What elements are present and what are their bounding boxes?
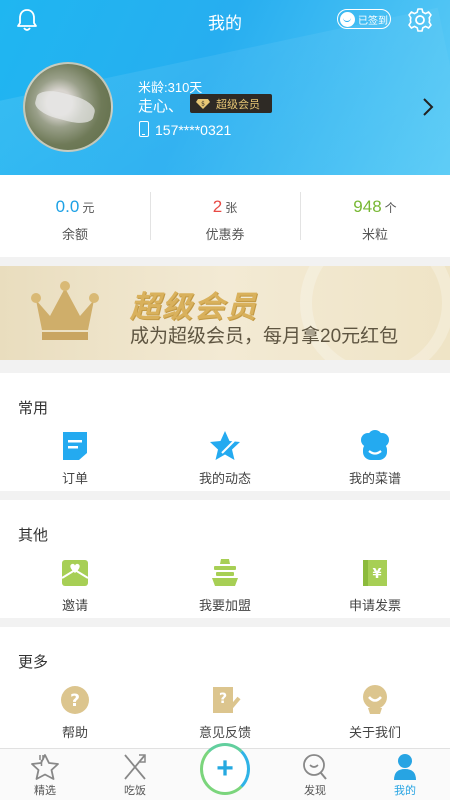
avatar[interactable]: [23, 62, 113, 152]
menu-item-help[interactable]: ? 帮助: [0, 683, 150, 741]
menu-item-label: 关于我们: [348, 725, 401, 740]
fork-knife-icon: [124, 754, 146, 780]
menu-item-label: 我的动态: [198, 471, 251, 486]
nickname: 走心、: [138, 98, 184, 115]
phone-icon: [139, 121, 149, 137]
svg-text:¥: ¥: [372, 567, 381, 582]
stat-value: 0.0: [55, 197, 80, 216]
signin-label: 已签到: [358, 15, 388, 27]
top-bar: 我的 已签到: [0, 0, 450, 40]
stat-label: 优惠券: [205, 227, 245, 242]
tab-eat[interactable]: 吃饭: [90, 749, 180, 800]
star-icon: [210, 431, 240, 460]
section-title: 其他: [18, 527, 49, 544]
stats-bar: 0.0 元 余额 2张 优惠券 948 个 米粒: [0, 175, 450, 257]
profile-header: 我的 已签到 米龄:310天 走心、 $ 超级会员 157****0321: [0, 0, 450, 175]
svg-text:?: ?: [219, 691, 227, 707]
chevron-right-icon[interactable]: [421, 97, 435, 117]
featured-icon: [31, 754, 59, 780]
section-more: 更多 ? 帮助 ? 意见反馈 关于我们: [0, 627, 450, 748]
section-title: 常用: [18, 400, 49, 417]
plus-icon: +: [216, 752, 234, 785]
tab-label: 发现: [304, 785, 326, 797]
svg-text:$: $: [201, 101, 205, 108]
vip-label: 超级会员: [216, 98, 260, 111]
phone-number: 157****0321: [155, 122, 232, 138]
svg-text:?: ?: [70, 691, 80, 711]
menu-item-label: 订单: [61, 471, 88, 486]
menu-item-my-recipes[interactable]: 我的菜谱: [300, 429, 450, 487]
section-other: 其他 邀请 我要加盟 ¥ 申请发票: [0, 500, 450, 618]
add-button[interactable]: +: [200, 743, 250, 795]
chef-hat-icon: [361, 430, 389, 460]
menu-item-feedback[interactable]: ? 意见反馈: [150, 683, 300, 741]
menu-item-label: 申请发票: [348, 598, 401, 613]
signin-badge[interactable]: 已签到: [337, 9, 391, 29]
tab-label: 我的: [394, 785, 416, 797]
help-icon: ?: [61, 686, 89, 714]
menu-item-label: 我的菜谱: [348, 471, 401, 486]
about-icon: [363, 685, 387, 714]
stat-coupons[interactable]: 2张 优惠券: [150, 175, 300, 257]
tab-label: 精选: [34, 785, 56, 797]
tab-featured[interactable]: 精选: [0, 749, 90, 800]
stat-value: 2: [212, 197, 223, 216]
stat-unit: 张: [225, 201, 238, 215]
menu-item-my-posts[interactable]: 我的动态: [150, 429, 300, 487]
diamond-icon: $: [196, 99, 210, 109]
menu-item-invoice[interactable]: ¥ 申请发票: [300, 556, 450, 614]
tab-discover[interactable]: 发现: [270, 749, 360, 800]
stat-rice-grains[interactable]: 948 个 米粒: [300, 175, 450, 257]
cart-icon: [212, 559, 238, 586]
menu-item-label: 意见反馈: [198, 725, 251, 740]
menu-item-label: 帮助: [61, 725, 88, 740]
section-title: 更多: [18, 654, 49, 671]
banner-subtitle: 成为超级会员，每月拿20元红包: [130, 326, 399, 347]
vip-badge[interactable]: $ 超级会员: [190, 94, 272, 113]
tab-label: 吃饭: [124, 785, 146, 797]
menu-item-join[interactable]: 我要加盟: [150, 556, 300, 614]
stat-label: 米粒: [361, 227, 388, 242]
stat-label: 余额: [61, 227, 88, 242]
menu-item-about[interactable]: 关于我们: [300, 683, 450, 741]
feedback-icon: ?: [213, 687, 241, 713]
menu-item-orders[interactable]: 订单: [0, 429, 150, 487]
discover-icon: [303, 754, 327, 780]
order-icon: [63, 432, 87, 460]
invoice-icon: ¥: [363, 560, 387, 586]
super-member-banner[interactable]: 超级会员 成为超级会员，每月拿20元红包: [0, 266, 450, 360]
menu-item-label: 我要加盟: [198, 598, 251, 613]
stat-unit: 个: [384, 201, 397, 215]
stat-unit: 元: [82, 201, 95, 215]
settings-gear-icon[interactable]: [406, 6, 434, 34]
profile-icon: [394, 754, 416, 780]
menu-item-invite[interactable]: 邀请: [0, 556, 150, 614]
stat-value: 948: [353, 197, 382, 216]
menu-item-label: 邀请: [61, 598, 88, 613]
crown-icon: [31, 281, 99, 340]
stat-balance[interactable]: 0.0 元 余额: [0, 175, 150, 257]
invite-envelope-icon: [61, 560, 89, 586]
smile-icon: [340, 11, 355, 27]
tab-profile[interactable]: 我的: [360, 749, 450, 800]
section-common: 常用 订单 我的动态 我的菜谱: [0, 373, 450, 491]
banner-title: 超级会员: [130, 291, 258, 324]
